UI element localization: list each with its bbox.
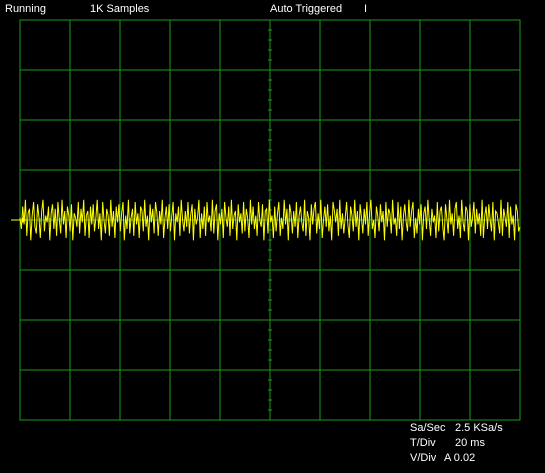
sa-sec-label: Sa/Sec <box>410 422 446 434</box>
scope-display <box>11 19 521 421</box>
sa-sec-value: 2.5 KSa/s <box>455 422 503 434</box>
v-div-value: A 0.02 <box>444 452 476 464</box>
t-div-value: 20 ms <box>455 437 485 449</box>
t-div-label: T/Div <box>410 437 436 449</box>
v-div-label: V/Div <box>410 452 437 464</box>
